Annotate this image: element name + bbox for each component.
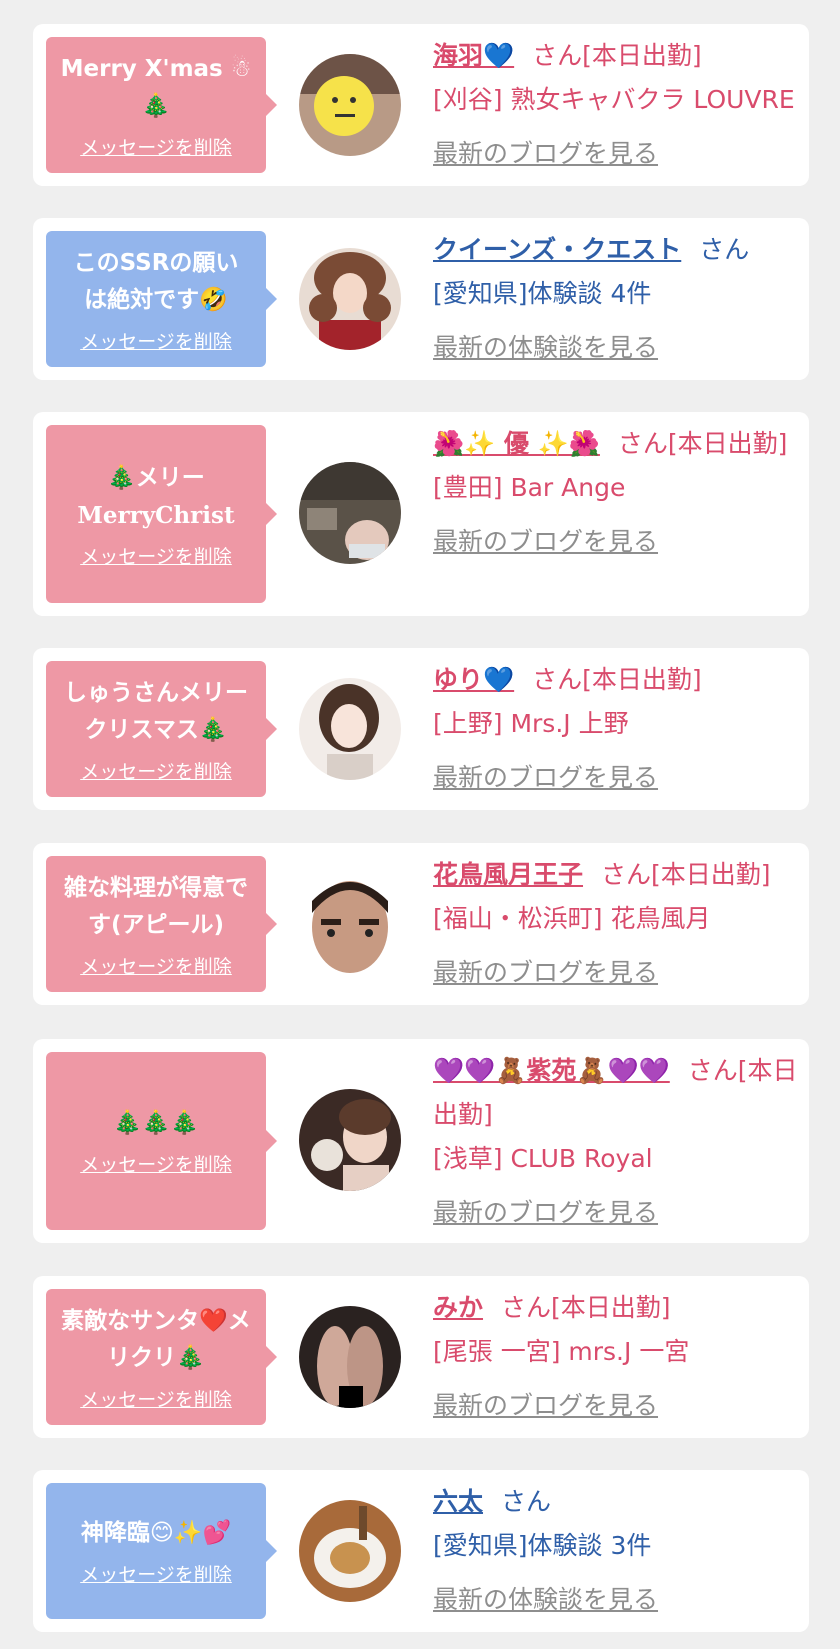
latest-post-link[interactable]: 最新のブログを見る	[433, 1191, 799, 1235]
latest-post-link[interactable]: 最新の体験談を見る	[433, 1578, 799, 1622]
latest-post-link[interactable]: 最新の体験談を見る	[433, 326, 799, 370]
message-text: このSSRの願いは絶対です🤣	[73, 249, 239, 313]
user-info: クイーンズ・クエスト さん [愛知県]体験談 4件 最新の体験談を見る	[433, 228, 799, 370]
user-info: 🌺✨ 優 ✨🌺 さん[本日出勤] [豊田] Bar Ange 最新のブログを見る	[433, 422, 799, 564]
user-info: 花鳥風月王子 さん[本日出勤] [福山・松浜町] 花鳥風月 最新のブログを見る	[433, 853, 799, 995]
user-name-link[interactable]: ゆり💙	[433, 665, 514, 694]
latest-post-link[interactable]: 最新のブログを見る	[433, 756, 799, 800]
avatar[interactable]	[299, 1306, 401, 1408]
shop-label: [浅草] CLUB Royal	[433, 1144, 653, 1173]
message-text: 素敵なサンタ❤️メリクリ🎄	[61, 1307, 251, 1371]
avatar[interactable]	[299, 1089, 401, 1191]
user-info: 海羽💙 さん[本日出勤] [刈谷] 熟女キャバクラ LOUVRE 最新のブログを見…	[433, 34, 799, 176]
user-honorific: さん[本日出勤]	[501, 1293, 671, 1322]
delete-message-link[interactable]: メッセージを削除	[80, 542, 232, 569]
shop-label: [豊田] Bar Ange	[433, 473, 626, 502]
user-name-link[interactable]: 💜💜🧸紫苑🧸💜💜	[433, 1056, 670, 1085]
user-honorific: さん[本日出勤]	[532, 665, 702, 694]
user-name-link[interactable]: クイーンズ・クエスト	[433, 235, 681, 264]
user-honorific: さん[本日出勤]	[532, 41, 702, 70]
user-honorific: さん	[501, 1487, 552, 1516]
message-card: 素敵なサンタ❤️メリクリ🎄 メッセージを削除 みか さん[本日出勤] [尾張 一宮…	[33, 1276, 809, 1438]
message-card: 雑な料理が得意です(アピール) メッセージを削除 花鳥風月王子 さん[本日出勤] …	[33, 843, 809, 1005]
message-text: Merry X'mas ☃🎄	[60, 55, 252, 119]
user-info: ゆり💙 さん[本日出勤] [上野] Mrs.J 上野 最新のブログを見る	[433, 658, 799, 800]
delete-message-link[interactable]: メッセージを削除	[80, 757, 232, 784]
user-name-link[interactable]: 🌺✨ 優 ✨🌺	[433, 429, 600, 458]
avatar[interactable]	[299, 462, 401, 564]
user-info: 💜💜🧸紫苑🧸💜💜 さん[本日出勤] [浅草] CLUB Royal 最新のブログを…	[433, 1049, 799, 1235]
user-name-link[interactable]: 海羽💙	[433, 41, 514, 70]
latest-post-link[interactable]: 最新のブログを見る	[433, 1384, 799, 1428]
message-bubble: Merry X'mas ☃🎄 メッセージを削除	[46, 37, 277, 173]
message-card: 神降臨😊✨💕 メッセージを削除 六太 さん [愛知県]体験談 3件 最新の体験談を…	[33, 1470, 809, 1632]
message-bubble: 雑な料理が得意です(アピール) メッセージを削除	[46, 856, 277, 992]
shop-label: [尾張 一宮] mrs.J 一宮	[433, 1337, 690, 1366]
user-name-link[interactable]: みか	[433, 1293, 483, 1322]
message-card: しゅうさんメリークリスマス🎄 メッセージを削除 ゆり💙 さん[本日出勤] [上野]…	[33, 648, 809, 810]
latest-post-link[interactable]: 最新のブログを見る	[433, 951, 799, 995]
message-text-line2: MerryChrist	[77, 501, 235, 529]
message-card: 🎄🎄🎄 メッセージを削除 💜💜🧸紫苑🧸💜💜 さん[本日出勤] [浅草] CLUB …	[33, 1039, 809, 1243]
user-honorific: さん[本日出勤]	[601, 860, 771, 889]
shop-label: [上野] Mrs.J 上野	[433, 709, 629, 738]
shop-label: [愛知県]体験談 3件	[433, 1531, 652, 1560]
shop-label: [愛知県]体験談 4件	[433, 279, 652, 308]
message-text: 🎄🎄🎄	[113, 1110, 199, 1136]
delete-message-link[interactable]: メッセージを削除	[80, 327, 232, 354]
message-bubble: しゅうさんメリークリスマス🎄 メッセージを削除	[46, 661, 277, 797]
message-bubble: 🎄🎄🎄 メッセージを削除	[46, 1052, 277, 1230]
message-card: Merry X'mas ☃🎄 メッセージを削除 海羽💙 さん[本日出勤] [刈谷]…	[33, 24, 809, 186]
message-bubble: このSSRの願いは絶対です🤣 メッセージを削除	[46, 231, 277, 367]
latest-post-link[interactable]: 最新のブログを見る	[433, 520, 799, 564]
avatar[interactable]	[299, 873, 401, 975]
latest-post-link[interactable]: 最新のブログを見る	[433, 132, 799, 176]
avatar[interactable]	[299, 678, 401, 780]
message-bubble: 🎄メリー MerryChrist メッセージを削除	[46, 425, 277, 603]
message-text: 雑な料理が得意です(アピール)	[64, 874, 248, 938]
user-honorific: さん	[699, 235, 750, 264]
message-card: このSSRの願いは絶対です🤣 メッセージを削除 クイーンズ・クエスト さん [愛知…	[33, 218, 809, 380]
user-info: みか さん[本日出勤] [尾張 一宮] mrs.J 一宮 最新のブログを見る	[433, 1286, 799, 1428]
message-bubble: 素敵なサンタ❤️メリクリ🎄 メッセージを削除	[46, 1289, 277, 1425]
message-card: 🎄メリー MerryChrist メッセージを削除 🌺✨ 優 ✨🌺 さん[本日出勤…	[33, 412, 809, 616]
message-text-line1: 🎄メリー	[107, 464, 205, 491]
delete-message-link[interactable]: メッセージを削除	[80, 133, 232, 160]
avatar[interactable]	[299, 54, 401, 156]
delete-message-link[interactable]: メッセージを削除	[80, 1560, 232, 1587]
delete-message-link[interactable]: メッセージを削除	[80, 952, 232, 979]
avatar[interactable]	[299, 248, 401, 350]
user-name-link[interactable]: 六太	[433, 1487, 483, 1516]
message-text: しゅうさんメリークリスマス🎄	[64, 679, 248, 743]
user-name-link[interactable]: 花鳥風月王子	[433, 860, 583, 889]
shop-label: [福山・松浜町] 花鳥風月	[433, 904, 711, 933]
shop-label: [刈谷] 熟女キャバクラ LOUVRE	[433, 85, 795, 114]
avatar[interactable]	[299, 1500, 401, 1602]
delete-message-link[interactable]: メッセージを削除	[80, 1150, 232, 1177]
message-text: 神降臨😊✨💕	[80, 1520, 232, 1546]
delete-message-link[interactable]: メッセージを削除	[80, 1385, 232, 1412]
user-info: 六太 さん [愛知県]体験談 3件 最新の体験談を見る	[433, 1480, 799, 1622]
user-honorific: さん[本日出勤]	[617, 429, 788, 458]
message-bubble: 神降臨😊✨💕 メッセージを削除	[46, 1483, 277, 1619]
